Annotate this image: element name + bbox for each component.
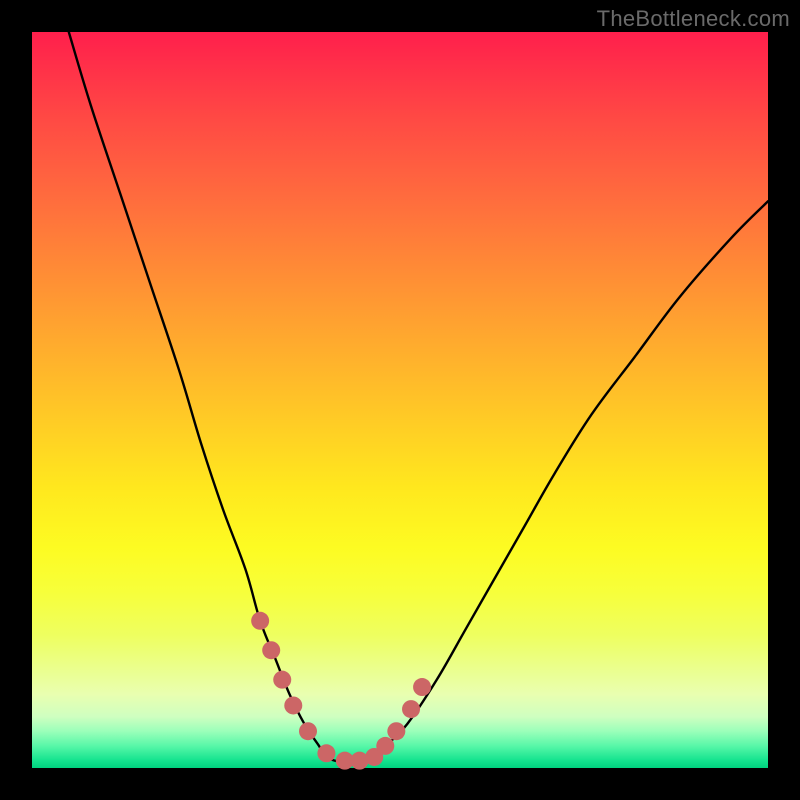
highlight-marker <box>317 744 335 762</box>
watermark-text: TheBottleneck.com <box>597 6 790 32</box>
highlight-marker <box>273 671 291 689</box>
highlight-marker <box>284 696 302 714</box>
highlight-marker <box>262 641 280 659</box>
highlight-marker <box>251 612 269 630</box>
highlight-marker <box>413 678 431 696</box>
highlight-marker <box>387 722 405 740</box>
highlight-marker <box>376 737 394 755</box>
curve-svg <box>32 32 768 768</box>
bottleneck-curve <box>69 32 768 763</box>
highlight-marker <box>402 700 420 718</box>
highlight-marker <box>299 722 317 740</box>
chart-frame: TheBottleneck.com <box>0 0 800 800</box>
highlight-markers <box>251 612 431 770</box>
plot-area <box>32 32 768 768</box>
